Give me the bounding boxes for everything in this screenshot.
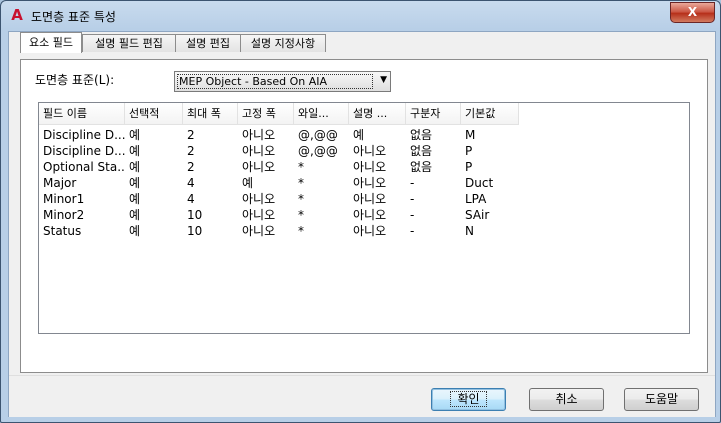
- cell-separator: -: [410, 224, 415, 238]
- cancel-button[interactable]: 취소: [529, 388, 604, 411]
- cell-fixed-width: 아니오: [242, 192, 276, 206]
- column-header-separator[interactable]: 구분자: [406, 103, 461, 125]
- cell-wildcard: *: [298, 208, 304, 222]
- column-header-fixed-width[interactable]: 고정 폭: [238, 103, 294, 125]
- cell-fixed-width: 아니오: [242, 208, 276, 222]
- cell-max-width: 2: [187, 160, 195, 174]
- cell-default: Duct: [465, 176, 494, 190]
- list-header: 필드 이름 선택적 최대 폭 고정 폭 와일... 설명 ... 구분자 기본값: [39, 103, 689, 126]
- cell-fixed-width: 예: [242, 176, 254, 190]
- column-header-optional[interactable]: 선택적: [125, 103, 183, 125]
- autocad-logo-icon: A: [11, 6, 23, 24]
- cell-default: SAir: [465, 208, 490, 222]
- cell-optional: 예: [129, 208, 141, 222]
- cell-separator: 없음: [410, 144, 433, 158]
- cell-wildcard: *: [298, 224, 304, 238]
- cell-optional: 예: [129, 192, 141, 206]
- table-row[interactable]: Major 예 4 예 * 아니오 - Duct: [39, 175, 689, 191]
- tab-edit-description[interactable]: 설명 편집: [175, 34, 241, 52]
- cell-description: 아니오: [353, 176, 387, 190]
- tab-element-fields[interactable]: 요소 필드: [20, 32, 82, 53]
- tab-panel: 도면층 표준(L): MEP Object - Based On AIA ▼ 필…: [20, 59, 708, 373]
- table-row[interactable]: Optional Sta... 예 2 아니오 * 아니오 없음 P: [39, 159, 689, 175]
- help-button[interactable]: 도움말: [624, 388, 699, 411]
- cell-separator: -: [410, 176, 415, 190]
- table-row[interactable]: Minor1 예 4 아니오 * 아니오 - LPA: [39, 191, 689, 207]
- tab-edit-description-fields[interactable]: 설명 필드 편집: [82, 34, 176, 52]
- dialog-window: A 도면층 표준 특성 X 요소 필드 설명 필드 편집 설명 편집 설명 지정…: [0, 0, 721, 423]
- table-row[interactable]: Status 예 10 아니오 * 아니오 - N: [39, 223, 689, 239]
- ok-button[interactable]: 확인: [431, 388, 506, 411]
- cell-default: P: [465, 144, 473, 158]
- table-row[interactable]: Minor2 예 10 아니오 * 아니오 - SAir: [39, 207, 689, 223]
- cell-max-width: 4: [187, 192, 195, 206]
- cell-separator: 없음: [410, 160, 433, 174]
- cell-wildcard: *: [298, 192, 304, 206]
- field-list[interactable]: 필드 이름 선택적 최대 폭 고정 폭 와일... 설명 ... 구분자 기본값…: [38, 102, 690, 334]
- layer-standard-label: 도면층 표준(L):: [35, 73, 115, 87]
- cell-optional: 예: [129, 176, 141, 190]
- cell-field-name: Discipline D...: [43, 144, 125, 158]
- cell-optional: 예: [129, 160, 141, 174]
- cell-wildcard: *: [298, 176, 304, 190]
- cell-fixed-width: 아니오: [242, 224, 276, 238]
- cell-default: LPA: [465, 192, 487, 206]
- cell-default: P: [465, 160, 473, 174]
- cell-default: M: [465, 128, 476, 142]
- cell-wildcard: @,@@: [298, 128, 338, 142]
- cell-wildcard: *: [298, 160, 304, 174]
- column-header-wildcard[interactable]: 와일...: [294, 103, 349, 125]
- table-row[interactable]: Discipline D... 예 2 아니오 @,@@ 예 없음 M: [39, 127, 689, 143]
- title-bar[interactable]: A 도면층 표준 특성 X: [1, 1, 720, 31]
- cell-max-width: 2: [187, 144, 195, 158]
- cell-max-width: 2: [187, 128, 195, 142]
- cell-max-width: 10: [187, 224, 203, 238]
- cell-field-name: Optional Sta...: [43, 160, 125, 174]
- tab-description-spec[interactable]: 설명 지정사항: [240, 34, 326, 52]
- cell-description: 예: [353, 128, 365, 142]
- cell-max-width: 10: [187, 208, 203, 222]
- cell-fixed-width: 아니오: [242, 160, 276, 174]
- cell-default: N: [465, 224, 474, 238]
- cell-separator: -: [410, 192, 415, 206]
- cell-wildcard: @,@@: [298, 144, 338, 158]
- close-button[interactable]: X: [670, 2, 715, 23]
- cell-field-name: Discipline D...: [43, 128, 125, 142]
- column-header-max-width[interactable]: 최대 폭: [183, 103, 238, 125]
- chevron-down-icon: ▼: [380, 75, 387, 85]
- cell-separator: 없음: [410, 128, 433, 142]
- cell-description: 아니오: [353, 192, 387, 206]
- cell-field-name: Major: [43, 176, 77, 190]
- table-row[interactable]: Discipline D... 예 2 아니오 @,@@ 아니오 없음 P: [39, 143, 689, 159]
- cell-description: 아니오: [353, 160, 387, 174]
- button-bar: [9, 375, 715, 417]
- cell-field-name: Minor1: [43, 192, 85, 206]
- cell-field-name: Minor2: [43, 208, 85, 222]
- cell-max-width: 4: [187, 176, 195, 190]
- cell-fixed-width: 아니오: [242, 128, 276, 142]
- cell-description: 아니오: [353, 144, 387, 158]
- layer-standard-value: MEP Object - Based On AIA: [177, 74, 373, 89]
- cell-description: 아니오: [353, 224, 387, 238]
- cell-field-name: Status: [43, 224, 82, 238]
- column-header-description[interactable]: 설명 ...: [349, 103, 406, 125]
- cell-optional: 예: [129, 128, 141, 142]
- cell-optional: 예: [129, 224, 141, 238]
- cell-optional: 예: [129, 144, 141, 158]
- dialog-client-area: 요소 필드 설명 필드 편집 설명 편집 설명 지정사항 도면층 표준(L): …: [8, 31, 716, 417]
- cell-description: 아니오: [353, 208, 387, 222]
- ok-button-label: 확인: [450, 391, 487, 407]
- window-title: 도면층 표준 특성: [31, 10, 116, 24]
- column-header-default[interactable]: 기본값: [461, 103, 519, 125]
- cell-separator: -: [410, 208, 415, 222]
- layer-standard-dropdown[interactable]: MEP Object - Based On AIA ▼: [174, 71, 391, 92]
- column-header-field-name[interactable]: 필드 이름: [39, 103, 125, 125]
- cell-fixed-width: 아니오: [242, 144, 276, 158]
